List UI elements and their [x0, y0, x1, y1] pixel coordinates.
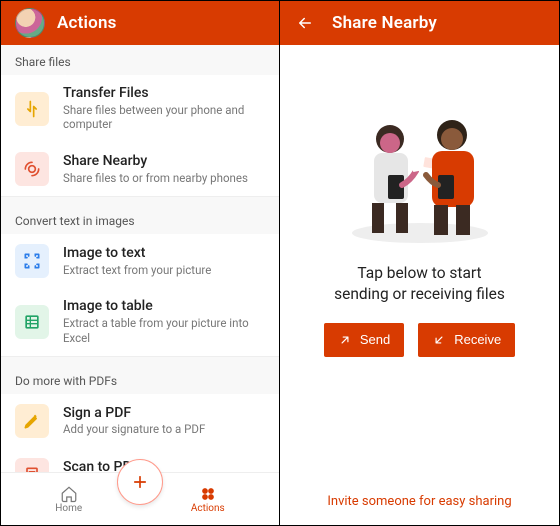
row-sub: Share files to or from nearby phones — [63, 171, 248, 186]
nav-home[interactable]: Home — [55, 485, 82, 514]
image-to-table-icon — [15, 305, 49, 339]
share-nearby-icon — [15, 152, 49, 186]
actions-screen: Actions Share files Transfer Files Share… — [1, 1, 280, 525]
row-title: Transfer Files — [63, 85, 265, 103]
invite-link[interactable]: Invite someone for easy sharing — [280, 494, 559, 509]
row-sub: Share files between your phone and compu… — [63, 103, 265, 133]
share-headline: Tap below to start sending or receiving … — [334, 263, 505, 305]
nav-home-label: Home — [55, 503, 82, 514]
sign-pdf-icon — [15, 404, 49, 438]
nav-actions[interactable]: Actions — [191, 485, 225, 514]
bottom-nav: Home Actions — [1, 472, 279, 525]
row-title: Sign a PDF — [63, 405, 205, 423]
section-pdfs: Do more with PDFs — [1, 364, 279, 394]
appbar-title: Actions — [57, 13, 117, 33]
plus-icon — [130, 472, 150, 492]
share-illustration — [330, 105, 510, 245]
image-to-text-icon — [15, 244, 49, 278]
transfer-files-icon — [15, 92, 49, 126]
fab-create[interactable] — [117, 459, 163, 505]
appbar-actions: Actions — [1, 1, 279, 45]
row-title: Image to text — [63, 245, 211, 263]
row-sub: Add your signature to a PDF — [63, 422, 205, 437]
row-title: Share Nearby — [63, 153, 248, 171]
appbar-share: Share Nearby — [280, 1, 559, 45]
action-share-nearby[interactable]: Share Nearby Share files to or from near… — [1, 142, 279, 196]
section-share-files: Share files — [1, 45, 279, 75]
send-button[interactable]: Send — [324, 323, 404, 357]
nav-actions-label: Actions — [191, 503, 225, 514]
arrow-left-icon — [296, 14, 314, 32]
arrow-down-left-icon — [432, 333, 446, 347]
scan-to-pdf-icon — [15, 458, 49, 472]
row-sub: Extract text from your picture — [63, 263, 211, 278]
send-label: Send — [360, 332, 390, 347]
avatar[interactable] — [15, 8, 45, 38]
appbar-title: Share Nearby — [332, 13, 437, 33]
headline-line2: sending or receiving files — [334, 285, 505, 303]
headline-line1: Tap below to start — [357, 264, 481, 282]
receive-label: Receive — [454, 332, 501, 347]
back-button[interactable] — [294, 12, 316, 34]
row-title: Image to table — [63, 298, 265, 316]
action-image-to-table[interactable]: Image to table Extract a table from your… — [1, 288, 279, 355]
action-transfer-files[interactable]: Transfer Files Share files between your … — [1, 75, 279, 142]
receive-button[interactable]: Receive — [418, 323, 515, 357]
share-nearby-screen: Share Nearby — [280, 1, 559, 525]
row-sub: Extract a table from your picture into E… — [63, 316, 265, 346]
arrow-up-right-icon — [338, 333, 352, 347]
action-image-to-text[interactable]: Image to text Extract text from your pic… — [1, 234, 279, 288]
action-sign-pdf[interactable]: Sign a PDF Add your signature to a PDF — [1, 394, 279, 448]
section-convert-text: Convert text in images — [1, 204, 279, 234]
